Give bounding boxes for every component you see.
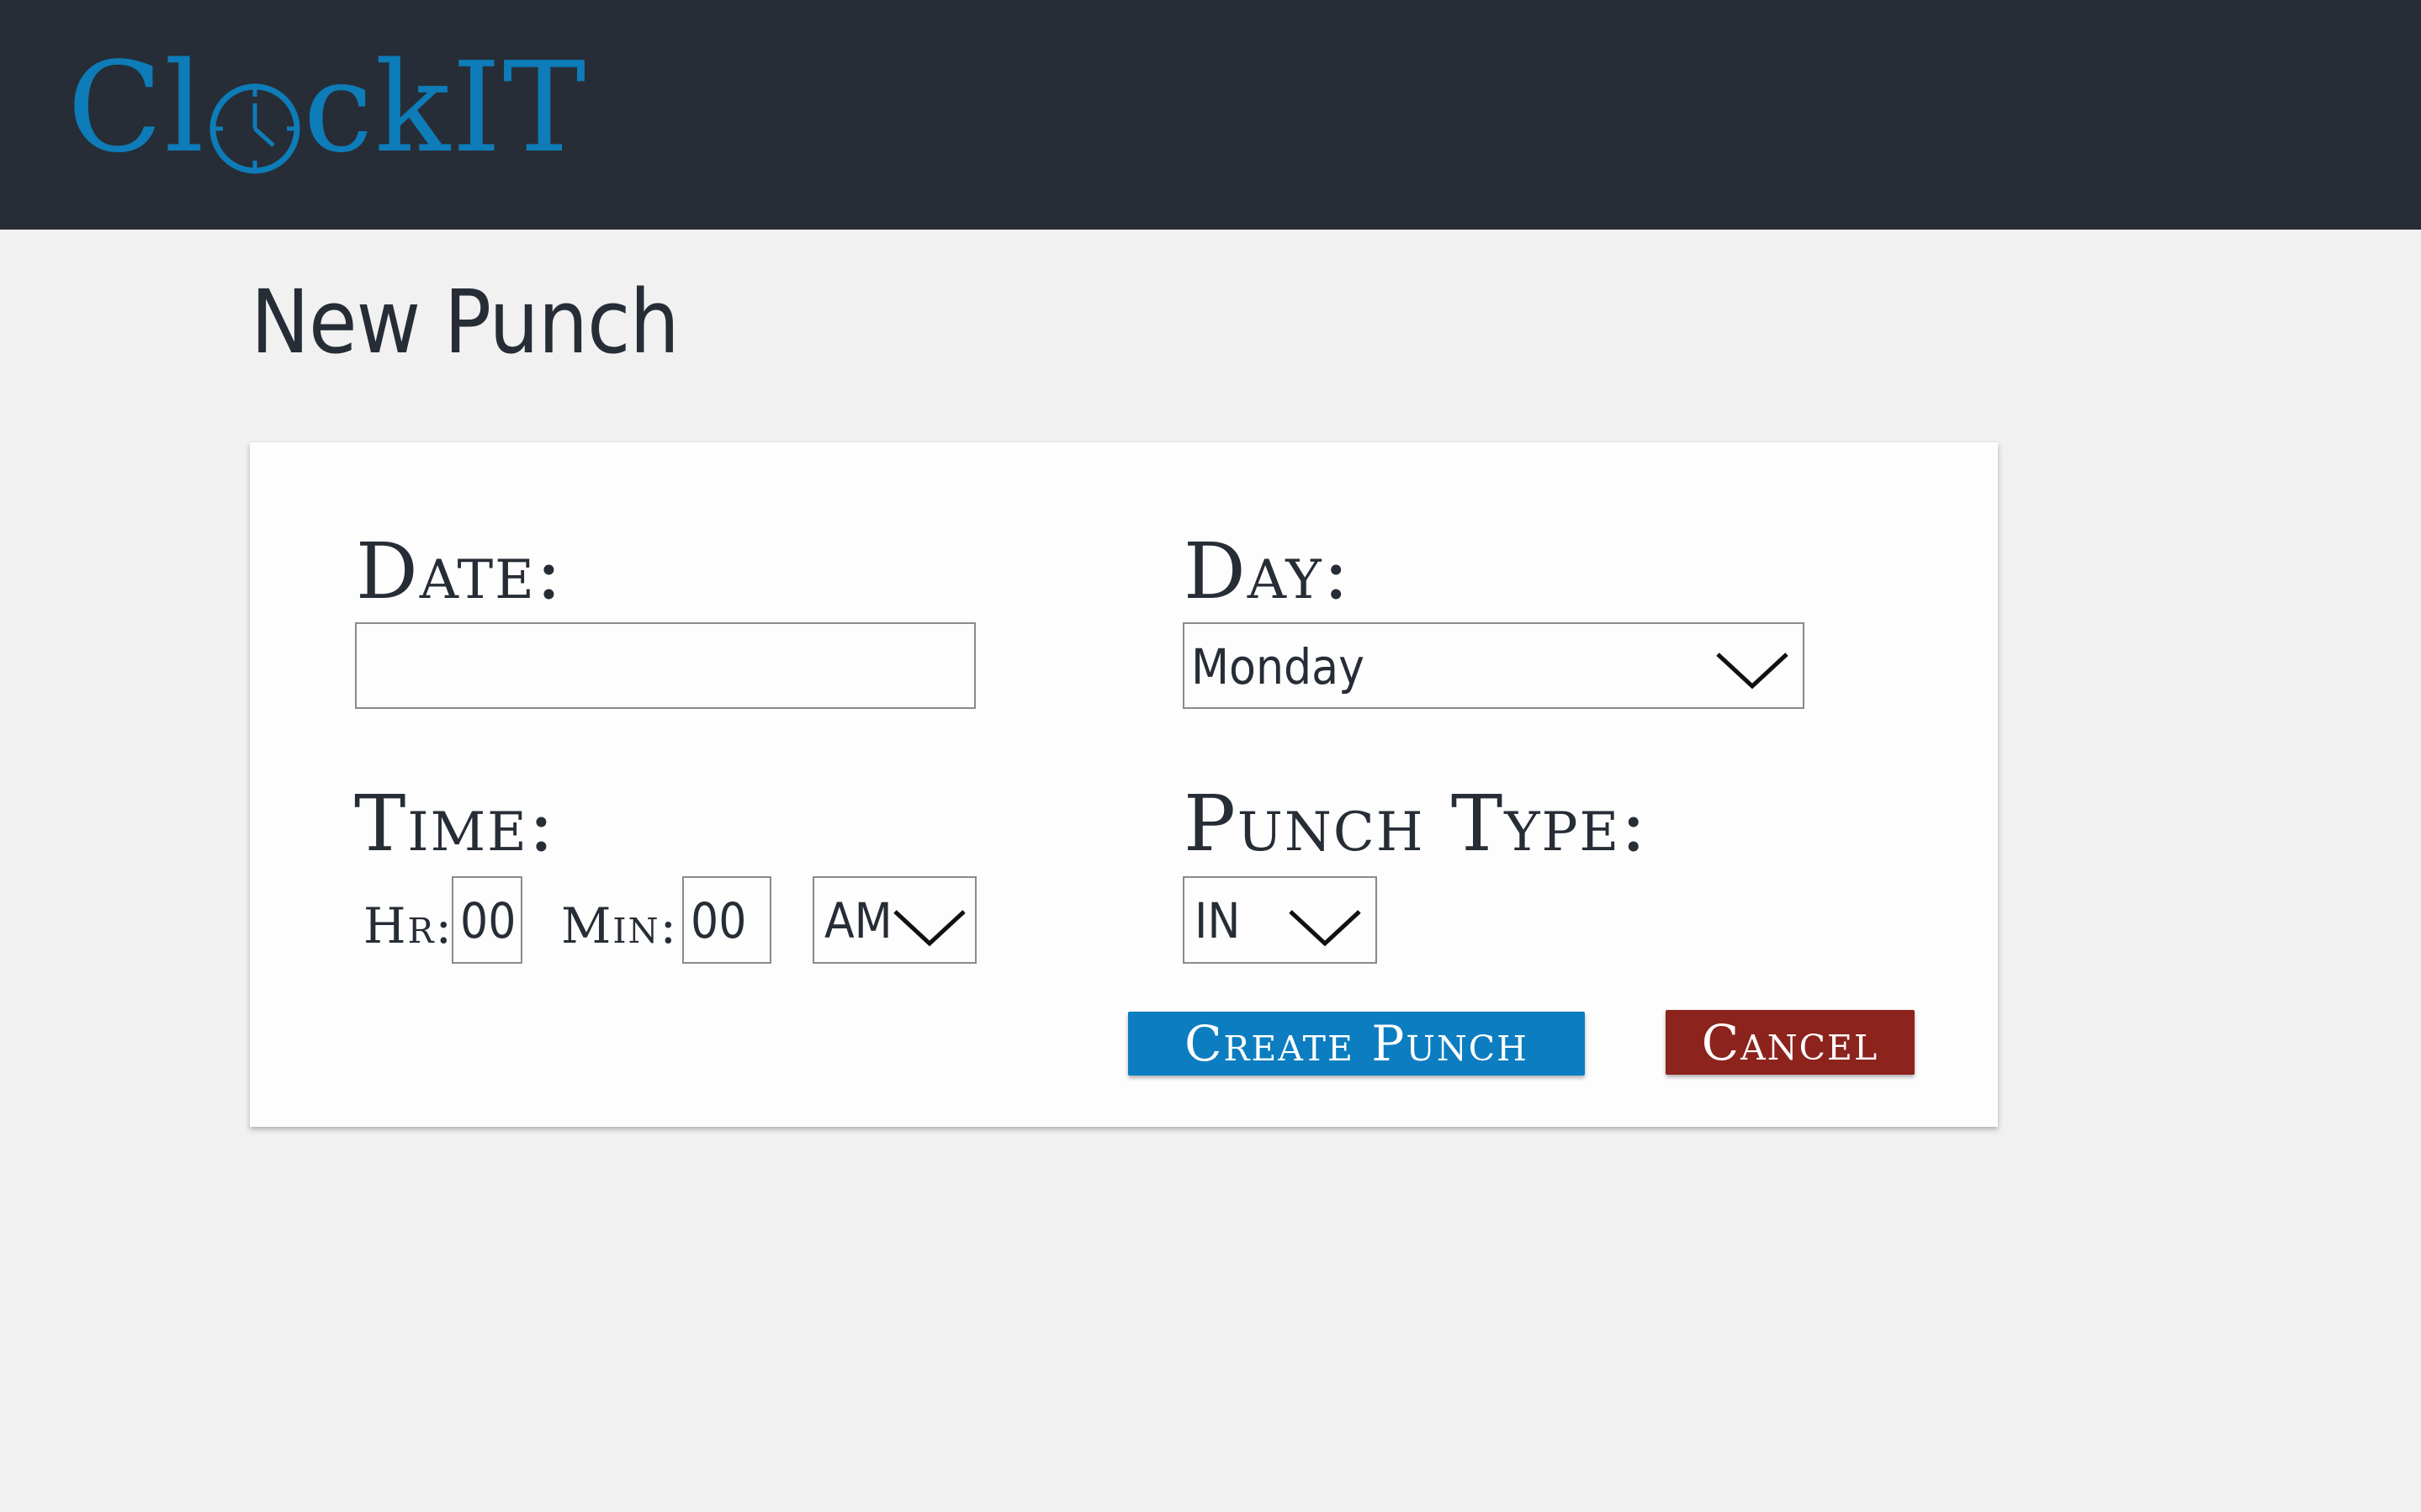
chevron-down-icon bbox=[893, 910, 966, 947]
day-label: Day: bbox=[1184, 526, 1351, 616]
page-title: New Punch bbox=[251, 271, 680, 373]
clockit-logo[interactable]: Cl ckIT bbox=[67, 35, 588, 180]
minute-input[interactable]: 00 bbox=[682, 876, 771, 964]
cancel-button[interactable]: Cancel bbox=[1666, 1010, 1915, 1075]
ampm-select[interactable]: AM bbox=[813, 876, 977, 964]
hr-label: Hr: bbox=[363, 897, 453, 954]
min-label: Min: bbox=[561, 897, 678, 954]
logo-text-start: Cl bbox=[67, 35, 206, 180]
create-punch-button[interactable]: Create Punch bbox=[1128, 1012, 1585, 1076]
day-select-value: Monday bbox=[1191, 638, 1365, 695]
date-input[interactable] bbox=[355, 622, 976, 709]
punch-type-select[interactable]: IN bbox=[1183, 876, 1377, 964]
punch-type-select-value: IN bbox=[1195, 892, 1241, 949]
hour-input-value: 00 bbox=[460, 892, 517, 949]
day-select[interactable]: Monday bbox=[1183, 622, 1804, 709]
app-header: Cl ckIT bbox=[0, 0, 2421, 230]
ampm-select-value: AM bbox=[824, 892, 893, 949]
hour-input[interactable]: 00 bbox=[452, 876, 522, 964]
logo-text-end: ckIT bbox=[303, 35, 588, 180]
date-label: Date: bbox=[356, 526, 564, 616]
clock-icon bbox=[209, 69, 300, 174]
chevron-down-icon bbox=[1716, 653, 1788, 690]
time-label: Time: bbox=[354, 779, 556, 869]
chevron-down-icon bbox=[1289, 910, 1361, 947]
new-punch-form: Date: Day: Monday Time: Hr: 00 Min: 00 A… bbox=[250, 442, 1998, 1127]
minute-input-value: 00 bbox=[691, 892, 747, 949]
punch-type-label: Punch Type: bbox=[1184, 779, 1649, 869]
